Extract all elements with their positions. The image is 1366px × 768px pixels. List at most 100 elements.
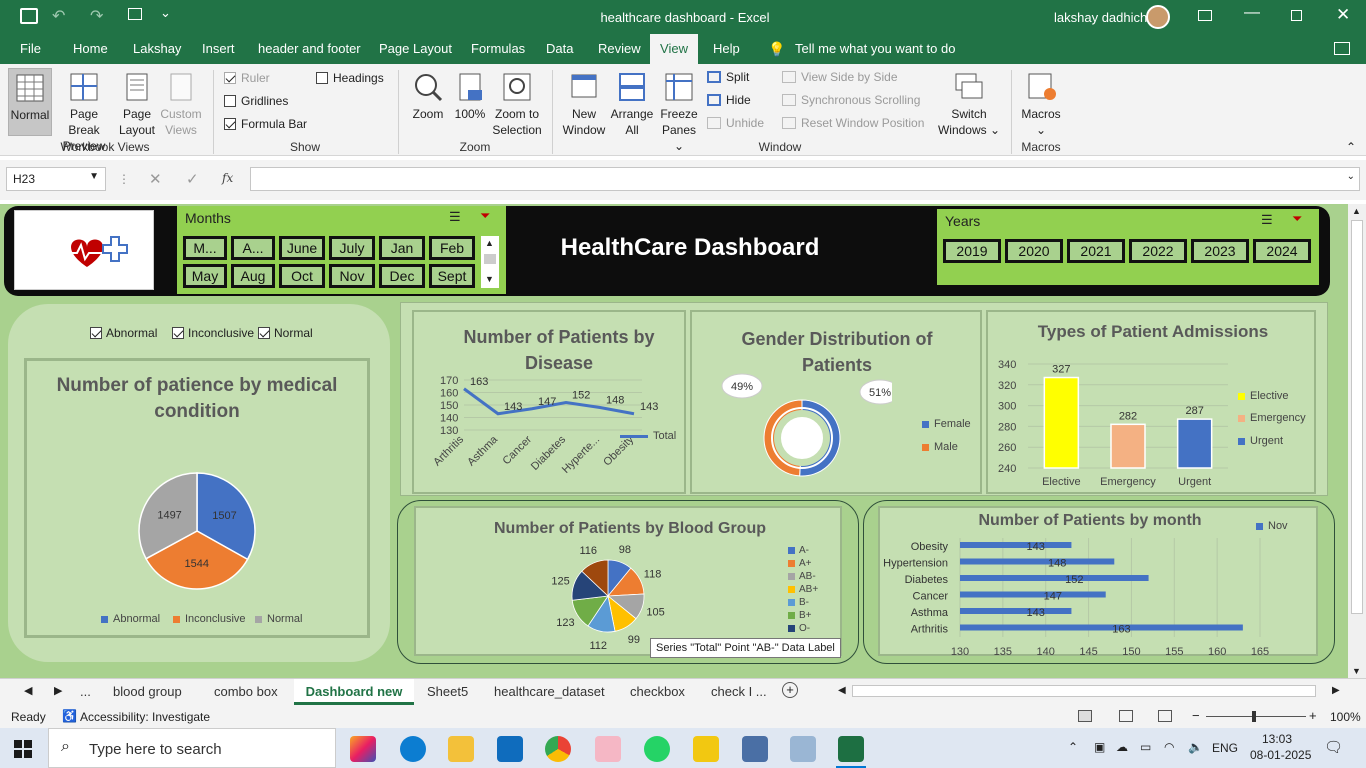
whatsapp-icon[interactable] <box>644 736 670 762</box>
close-icon[interactable]: ✕ <box>1336 5 1350 25</box>
slicer-month-button[interactable]: Feb <box>429 236 475 260</box>
volume-icon[interactable]: 🔈 <box>1188 740 1203 754</box>
copilot-icon[interactable] <box>350 736 376 762</box>
language-indicator[interactable]: ENG <box>1212 741 1238 755</box>
page-layout-button[interactable]: Page Layout <box>116 72 158 138</box>
show-hidden-icons[interactable]: ⌃ <box>1068 740 1078 754</box>
chart-by-month[interactable]: Number of Patients by month Nov 130 135 14… <box>878 506 1318 656</box>
slicer-month-button[interactable]: Sept <box>429 264 475 288</box>
normal-view-button[interactable]: Normal <box>8 68 52 136</box>
page-layout-status-icon[interactable] <box>1119 710 1133 722</box>
slicer-month-button[interactable]: Nov <box>329 264 375 288</box>
clock-time[interactable]: 13:03 <box>1262 732 1292 746</box>
multi-select-icon[interactable]: ☰ <box>449 209 461 225</box>
checkbox-inconclusive[interactable]: Inconclusive <box>172 326 254 340</box>
chart-medical-condition[interactable]: Number of patience by medical condition … <box>24 358 370 638</box>
new-window-button[interactable]: New Window <box>562 72 606 138</box>
slicer-year-button[interactable]: 2021 <box>1067 239 1125 263</box>
cancel-icon[interactable]: ✕ <box>149 170 162 188</box>
slicer-month-button[interactable]: Oct <box>279 264 325 288</box>
slicer-month-button[interactable]: Jan <box>379 236 425 260</box>
arrange-all-button[interactable]: Arrange All <box>608 72 656 138</box>
enter-icon[interactable]: ✓ <box>186 170 199 188</box>
slicer-year-button[interactable]: 2024 <box>1253 239 1311 263</box>
menu-view[interactable]: View <box>650 34 698 64</box>
macros-button[interactable]: Macros ⌄ <box>1018 72 1064 138</box>
taskbar-search[interactable]: ⌕ Type here to search <box>48 728 336 768</box>
zoom-in-icon[interactable]: + <box>1309 708 1317 723</box>
app-icon[interactable] <box>595 736 621 762</box>
menu-file[interactable]: File <box>20 41 41 56</box>
outlook-icon[interactable] <box>497 736 523 762</box>
file-explorer-icon[interactable] <box>448 736 474 762</box>
zoom-button[interactable]: Zoom <box>408 72 448 122</box>
formula-bar-checkbox[interactable]: Formula Bar <box>224 117 307 131</box>
windows-start-icon[interactable] <box>14 740 32 758</box>
menu-insert[interactable]: Insert <box>202 41 235 56</box>
battery-icon[interactable]: ▭ <box>1140 740 1151 754</box>
chart-admissions[interactable]: Types of Patient Admissions 340 320 300 280… <box>986 310 1316 494</box>
gridlines-checkbox[interactable]: Gridlines <box>224 94 288 108</box>
horizontal-scrollbar[interactable] <box>852 685 1316 697</box>
power-bi-icon[interactable] <box>693 736 719 762</box>
chart-gender[interactable]: Gender Distribution of Patients 51% 49% F… <box>690 310 982 494</box>
switch-windows-button[interactable]: Switch Windows ⌄ <box>936 72 1002 138</box>
undo-icon[interactable]: ↶ <box>52 6 65 26</box>
normal-view-status-icon[interactable] <box>1078 710 1092 722</box>
snipping-tool-icon[interactable] <box>790 736 816 762</box>
minimize-icon[interactable]: — <box>1244 4 1260 22</box>
slicer-year-button[interactable]: 2020 <box>1005 239 1063 263</box>
zoom-selection-button[interactable]: Zoom to Selection <box>490 72 544 138</box>
user-name[interactable]: lakshay dadhich <box>1054 10 1147 25</box>
notifications-icon[interactable]: 🗨 <box>1324 738 1343 756</box>
freeze-panes-button[interactable]: Freeze Panes ⌄ <box>656 72 702 154</box>
insert-function-icon[interactable]: fx <box>222 171 233 185</box>
hscroll-left-icon[interactable]: ◀ <box>838 685 846 696</box>
slicer-year-button[interactable]: 2019 <box>943 239 1001 263</box>
customize-qat-icon[interactable]: ⌄ <box>160 5 171 21</box>
avatar[interactable] <box>1146 5 1170 29</box>
tab-dashboard-new[interactable]: Dashboard new <box>294 679 414 705</box>
split-button[interactable]: Split <box>707 70 749 84</box>
slicer-scrollbar[interactable]: ▲ ▼ <box>481 236 499 288</box>
menu-review[interactable]: Review <box>598 41 641 56</box>
tab-sheet5[interactable]: Sheet5 <box>427 684 468 699</box>
onedrive-icon[interactable]: ☁ <box>1116 740 1128 754</box>
touch-mode-icon[interactable] <box>128 8 142 20</box>
hide-button[interactable]: Hide <box>707 93 751 107</box>
formula-input[interactable]: ⌄ <box>250 167 1360 191</box>
tab-checkbox[interactable]: checkbox <box>630 684 685 699</box>
edge-icon[interactable] <box>400 736 426 762</box>
menu-help[interactable]: Help <box>713 41 740 56</box>
hscroll-right-icon[interactable]: ▶ <box>1332 685 1340 696</box>
slicer-month-button[interactable]: May <box>183 264 227 288</box>
clock-date[interactable]: 08-01-2025 <box>1250 748 1311 762</box>
multi-select-icon[interactable]: ☰ <box>1261 212 1273 228</box>
collapse-ribbon-icon[interactable]: ⌃ <box>1346 140 1356 154</box>
maximize-icon[interactable] <box>1291 10 1302 21</box>
zoom-slider-thumb[interactable] <box>1252 711 1256 722</box>
app-icon[interactable] <box>742 736 768 762</box>
zoom-out-icon[interactable]: − <box>1192 708 1200 723</box>
headings-checkbox[interactable]: Headings <box>316 71 384 85</box>
chrome-icon[interactable] <box>545 736 571 762</box>
zoom-100-button[interactable]: 100% <box>452 72 488 122</box>
tab-blood-group[interactable]: blood group <box>113 684 182 699</box>
tab-healthcare-dataset[interactable]: healthcare_dataset <box>494 684 605 699</box>
wifi-icon[interactable]: ◠ <box>1164 740 1174 754</box>
slicer-month-button[interactable]: July <box>329 236 375 260</box>
vertical-scrollbar[interactable]: ▲ ▼ <box>1348 204 1366 678</box>
page-break-status-icon[interactable] <box>1158 710 1172 722</box>
menu-formulas[interactable]: Formulas <box>471 41 525 56</box>
tell-me-search[interactable]: Tell me what you want to do <box>795 41 955 56</box>
add-sheet-icon[interactable]: + <box>782 682 798 698</box>
excel-icon[interactable] <box>838 736 864 762</box>
tab-overflow[interactable]: ... <box>80 684 91 699</box>
ribbon-display-icon[interactable] <box>1198 10 1212 21</box>
slicer-year-button[interactable]: 2022 <box>1129 239 1187 263</box>
clear-filter-icon[interactable]: ⏷ <box>1292 211 1302 227</box>
comments-icon[interactable] <box>1334 42 1350 55</box>
save-icon[interactable] <box>20 8 38 24</box>
slicer-month-button[interactable]: Dec <box>379 264 425 288</box>
zoom-level[interactable]: 100% <box>1330 710 1361 724</box>
